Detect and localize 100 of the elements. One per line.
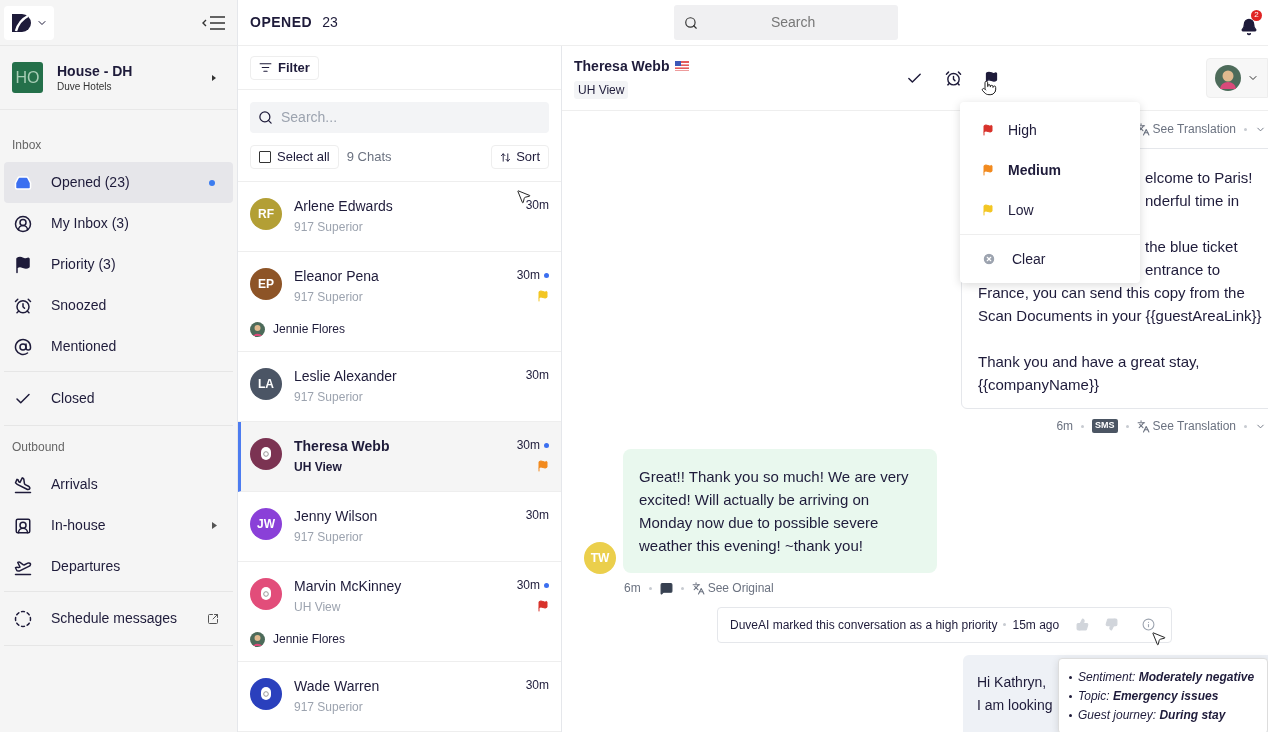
pointer-cursor-icon <box>1150 630 1167 647</box>
chat-row[interactable]: Marvin McKinney UH View 30m Jennie Flores <box>238 562 561 662</box>
sidebar-item[interactable]: Priority (3) <box>4 244 233 285</box>
insight-item: Guest journey: During stay <box>1078 707 1226 724</box>
section-title: Outbound <box>11 439 66 456</box>
logo-button[interactable] <box>4 5 54 40</box>
sort-button[interactable]: Sort <box>491 145 549 169</box>
message-bubble: Great!! Thank you so much! We are very excited! Will actually be arriving on Monday now due to possible severe weather this evening! ~thank you! <box>623 449 937 573</box>
item-label: Mentioned <box>51 337 118 356</box>
message-line: elcome to Paris! <box>1145 168 1253 188</box>
chat-name: Leslie Alexander <box>294 367 398 386</box>
chat-subtitle: 917 Superior <box>294 389 364 406</box>
message-line: entrance to <box>1145 260 1221 280</box>
at-sign-icon <box>14 337 32 356</box>
chat-row[interactable]: EP Eleanor Pena 917 Superior 30m Jennie Flores <box>238 252 561 352</box>
message-time: 6m <box>624 580 641 597</box>
select-all-button[interactable]: Select all <box>250 145 339 169</box>
chat-subtitle: 917 Superior <box>294 699 364 716</box>
translate-icon <box>1136 419 1150 433</box>
note-time: 15m ago <box>1012 616 1061 634</box>
chat-count: 9 Chats <box>346 148 393 167</box>
sidebar-item[interactable]: In-house <box>4 505 233 546</box>
assignee-name: Jennie Flores <box>273 631 346 648</box>
assignee-name: Jennie Flores <box>273 321 346 338</box>
sidebar-item[interactable]: Schedule messages <box>4 598 233 639</box>
thumbs-down-icon[interactable] <box>1105 618 1118 632</box>
avatar: TW <box>584 542 616 574</box>
chat-subtitle: 917 Superior <box>294 529 364 546</box>
message-line: I am looking <box>977 695 1053 715</box>
assignee-button[interactable] <box>1206 58 1268 98</box>
search-field[interactable]: Search... <box>250 102 549 133</box>
search-icon <box>258 110 273 125</box>
chat-name: Theresa Webb <box>294 437 391 456</box>
message-line: the blue ticket <box>1145 237 1238 257</box>
sidebar-item[interactable]: Departures <box>4 546 233 587</box>
user-icon <box>14 214 32 233</box>
item-label: Arrivals <box>51 475 99 494</box>
search-input[interactable]: Search... <box>281 107 541 128</box>
chat-time: 30m <box>516 437 540 454</box>
sidebar-item[interactable]: My Inbox (3) <box>4 203 233 244</box>
person-card-icon <box>14 516 32 535</box>
chat-row[interactable]: JW Jenny Wilson 917 Superior 30m <box>238 492 561 562</box>
avatar: LA <box>250 368 282 400</box>
sidebar-item[interactable]: Snoozed <box>4 285 233 326</box>
flag-icon <box>675 61 690 71</box>
message-line: Thank you and have a great stay, <box>978 352 1200 372</box>
bell-icon[interactable] <box>1240 17 1258 36</box>
item-label: Schedule messages <box>51 609 179 628</box>
chat-subtitle: 917 Superior <box>294 219 364 236</box>
chat-time: 30m <box>525 197 549 214</box>
property-name: House - DH <box>57 61 134 80</box>
assignee-avatar <box>250 631 265 647</box>
alarm-clock-icon[interactable] <box>945 69 962 87</box>
page-title: OPENED <box>250 13 313 32</box>
chat-row[interactable]: Wade Warren 917 Superior 30m <box>238 662 561 732</box>
caret-right-icon[interactable] <box>211 73 217 82</box>
sidebar-item[interactable]: Arrivals <box>4 464 233 505</box>
assignee-avatar <box>250 321 265 337</box>
item-label: Departures <box>51 557 122 576</box>
priority-option[interactable]: Medium <box>960 150 1140 190</box>
flag-icon <box>14 255 32 274</box>
item-label: My Inbox (3) <box>51 214 130 233</box>
collapse-menu-icon[interactable] <box>201 14 227 31</box>
sidebar-item[interactable]: Mentioned <box>4 326 233 367</box>
chat-subtitle: UH View <box>294 459 343 476</box>
notification-count: 2 <box>1251 9 1262 21</box>
translate-icon <box>691 581 705 595</box>
message-line: France, you can send this copy from the <box>978 283 1245 303</box>
hand-cursor-icon <box>981 80 997 96</box>
insight-item: Sentiment: Moderately negative <box>1078 669 1255 686</box>
item-label: Priority (3) <box>51 255 117 274</box>
priority-option[interactable]: Low <box>960 190 1140 230</box>
message-icon <box>659 581 673 595</box>
thumbs-up-icon[interactable] <box>1076 618 1089 632</box>
chat-name: Marvin McKinney <box>294 577 403 596</box>
message-line: {{companyName}} <box>978 375 1099 395</box>
checkbox[interactable] <box>259 151 271 163</box>
filter-button[interactable]: Filter <box>250 55 319 80</box>
avatar: EP <box>250 268 282 300</box>
clear-option[interactable]: Clear <box>960 241 1140 277</box>
clear-icon <box>982 252 996 266</box>
sidebar-item[interactable]: Closed <box>4 378 233 419</box>
page-count: 23 <box>322 13 339 32</box>
room-tag: UH View <box>574 80 629 99</box>
chat-time: 30m <box>516 577 540 594</box>
global-search-field[interactable]: Search <box>674 5 899 40</box>
chat-subtitle: 917 Superior <box>294 289 364 306</box>
chat-row[interactable]: Theresa Webb UH View 30m <box>238 422 561 492</box>
message-line: nderful time in <box>1145 191 1240 211</box>
item-label: Opened (23) <box>51 173 131 192</box>
chat-row[interactable]: RF Arlene Edwards 917 Superior 30m <box>238 182 561 252</box>
sort-icon <box>500 151 512 163</box>
sidebar-item[interactable]: Opened (23) <box>4 162 233 203</box>
see-original-link[interactable]: See Original <box>691 579 774 597</box>
see-translation-link[interactable]: See Translation <box>1136 417 1236 435</box>
avatar: JW <box>250 508 282 540</box>
search-input[interactable]: Search <box>698 12 889 33</box>
avatar: RF <box>250 198 282 230</box>
chat-name: Eleanor Pena <box>294 267 380 286</box>
agent-avatar <box>1215 65 1241 91</box>
